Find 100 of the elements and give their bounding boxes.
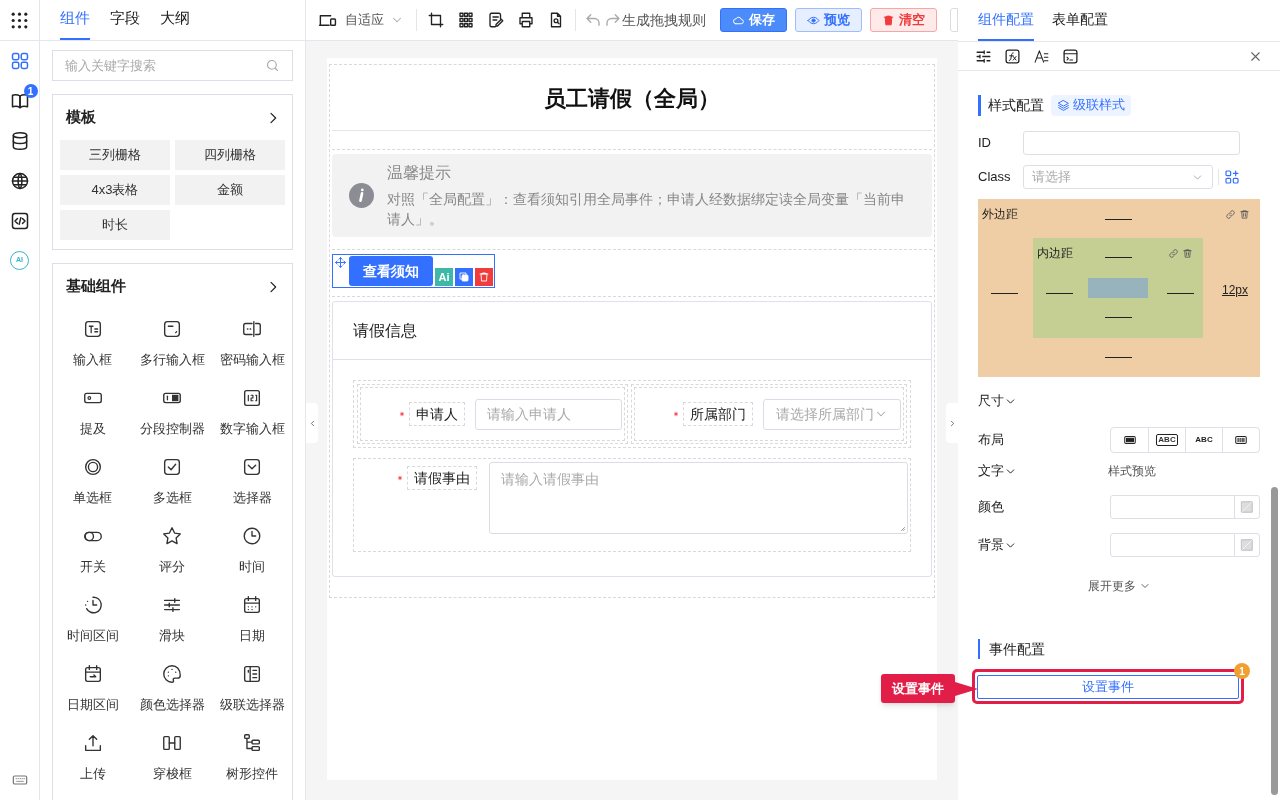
trash-icon bbox=[882, 13, 895, 27]
component-item[interactable]: 穿梭框 bbox=[132, 732, 213, 800]
component-item[interactable]: 日期区间 bbox=[53, 663, 133, 732]
undo-icon[interactable] bbox=[584, 11, 602, 29]
template-item[interactable]: 三列栅格 bbox=[60, 140, 170, 170]
password-field-icon bbox=[241, 318, 264, 340]
required-mark-icon bbox=[673, 411, 679, 417]
redo-icon[interactable] bbox=[604, 11, 622, 29]
section-title: 样式配置 bbox=[988, 95, 1044, 115]
value-field[interactable]: 12px bbox=[1221, 281, 1248, 299]
component-item[interactable]: 时间区间 bbox=[53, 594, 133, 663]
component-item[interactable]: 树形控件 bbox=[212, 732, 292, 800]
search-icon bbox=[265, 58, 280, 73]
template-item[interactable]: 时长 bbox=[60, 210, 170, 240]
copy-icon bbox=[458, 271, 470, 283]
link-icon[interactable] bbox=[1225, 209, 1236, 220]
code-icon[interactable] bbox=[9, 211, 30, 231]
expand-more-button[interactable]: 展开更多 bbox=[1087, 577, 1151, 595]
component-item[interactable]: 评分 bbox=[132, 525, 213, 594]
field-label: 文字 bbox=[978, 461, 1108, 481]
margin-label: 外边距 bbox=[982, 206, 1018, 223]
device-select[interactable]: 自适应 bbox=[345, 10, 408, 30]
collapse-left-handle[interactable] bbox=[306, 403, 318, 443]
field-label: ID bbox=[978, 134, 992, 153]
component-item[interactable]: 输入框 bbox=[53, 318, 133, 387]
panel-tab[interactable]: 字段 bbox=[110, 0, 140, 40]
layout-option[interactable]: ABC bbox=[1148, 428, 1185, 452]
color-swatch-icon bbox=[1240, 538, 1254, 552]
component-item[interactable]: 分段控制器 bbox=[132, 387, 213, 456]
component-item[interactable]: 单选框 bbox=[53, 456, 133, 525]
required-mark-icon bbox=[399, 411, 405, 417]
component-item[interactable]: 多行输入框 bbox=[132, 318, 213, 387]
scrollbar-thumb[interactable] bbox=[1271, 487, 1278, 795]
panel-tab[interactable]: 组件配置 bbox=[978, 0, 1034, 41]
grid-icon[interactable] bbox=[457, 11, 475, 29]
collapse-right-handle[interactable] bbox=[946, 403, 958, 443]
template-item[interactable]: 金额 bbox=[175, 175, 285, 205]
preview-button[interactable]: 预览 bbox=[795, 8, 862, 32]
panel-tab[interactable]: 大纲 bbox=[160, 0, 190, 40]
component-item[interactable]: 密码输入框 bbox=[212, 318, 292, 387]
field-label: Class bbox=[978, 168, 1012, 187]
apps-menu-icon[interactable] bbox=[10, 10, 29, 30]
sliders-icon[interactable] bbox=[975, 47, 992, 65]
palette-icon bbox=[161, 663, 184, 685]
component-item[interactable]: 时间 bbox=[212, 525, 292, 594]
add-class-icon[interactable] bbox=[1224, 169, 1240, 185]
link-icon[interactable] bbox=[1168, 248, 1179, 259]
function-icon[interactable] bbox=[1004, 47, 1021, 65]
color-field[interactable] bbox=[1110, 533, 1260, 557]
section-title: 事件配置 bbox=[989, 639, 1045, 659]
move-icon bbox=[334, 256, 347, 269]
set-event-button[interactable]: 设置事件 bbox=[977, 674, 1239, 699]
required-mark-icon bbox=[397, 475, 403, 481]
text-style-icon[interactable] bbox=[1033, 47, 1050, 65]
component-item[interactable]: 滑块 bbox=[132, 594, 213, 663]
component-item[interactable]: 开关 bbox=[53, 525, 133, 594]
copy-button[interactable] bbox=[455, 268, 473, 286]
book-icon[interactable] bbox=[9, 91, 30, 111]
field-label: 颜色 bbox=[978, 498, 1005, 517]
terminal-icon[interactable] bbox=[1062, 47, 1079, 65]
layers-icon bbox=[1057, 98, 1070, 112]
cascade-style-tag[interactable]: 级联样式 bbox=[1051, 94, 1131, 116]
trash-icon[interactable] bbox=[1239, 209, 1250, 220]
block-layout-icon bbox=[1122, 433, 1137, 447]
component-item[interactable]: 数字输入框 bbox=[212, 387, 292, 456]
id-field[interactable] bbox=[1023, 131, 1240, 155]
template-item[interactable]: 4x3表格 bbox=[60, 175, 170, 205]
generate-rules-button[interactable]: 生成拖拽规则 bbox=[622, 9, 706, 31]
view-notice-button[interactable]: 查看须知 bbox=[349, 256, 433, 286]
panel-tab[interactable]: 组件 bbox=[60, 0, 90, 40]
delete-button[interactable] bbox=[475, 268, 493, 286]
notice-title: 温馨提示 bbox=[387, 163, 452, 183]
notification-badge: 1 bbox=[23, 84, 38, 98]
notice-text: 对照「全局配置」：查看须知引用全局事件；申请人经数据绑定读全局变量「当前申请人」。 bbox=[387, 191, 906, 229]
crop-icon[interactable] bbox=[427, 11, 445, 29]
card-title: 模板 bbox=[66, 107, 96, 128]
color-swatch-icon bbox=[1240, 500, 1254, 514]
component-item[interactable]: 选择器 bbox=[212, 456, 292, 525]
component-item[interactable]: 颜色选择器 bbox=[132, 663, 213, 732]
layout-option[interactable]: ABC bbox=[1185, 428, 1222, 452]
trash-icon[interactable] bbox=[1182, 248, 1193, 259]
field-label: 所属部门 bbox=[683, 402, 753, 426]
print-icon[interactable] bbox=[517, 11, 535, 29]
component-item[interactable]: 多选框 bbox=[132, 456, 213, 525]
template-item[interactable]: 四列栅格 bbox=[175, 140, 285, 170]
color-field[interactable] bbox=[1110, 495, 1260, 519]
globe-icon[interactable] bbox=[9, 171, 30, 191]
component-item[interactable]: 上传 bbox=[53, 732, 133, 800]
field-label: 布局 bbox=[978, 431, 1005, 450]
info-icon bbox=[349, 183, 374, 208]
component-item[interactable]: 日期 bbox=[212, 594, 292, 663]
edit-document-icon[interactable] bbox=[487, 11, 505, 29]
form-title: 员工请假（全局） bbox=[544, 85, 720, 113]
style-preview: 样式预览 bbox=[1108, 463, 1156, 480]
component-item[interactable]: 级联选择器 bbox=[212, 663, 292, 732]
component-item[interactable]: 提及 bbox=[53, 387, 133, 456]
panel-tab[interactable]: 表单配置 bbox=[1052, 0, 1108, 41]
step-badge: 1 bbox=[1234, 663, 1250, 679]
field-label: 背景 bbox=[978, 535, 1108, 555]
field-label: 尺寸 bbox=[978, 391, 1108, 411]
